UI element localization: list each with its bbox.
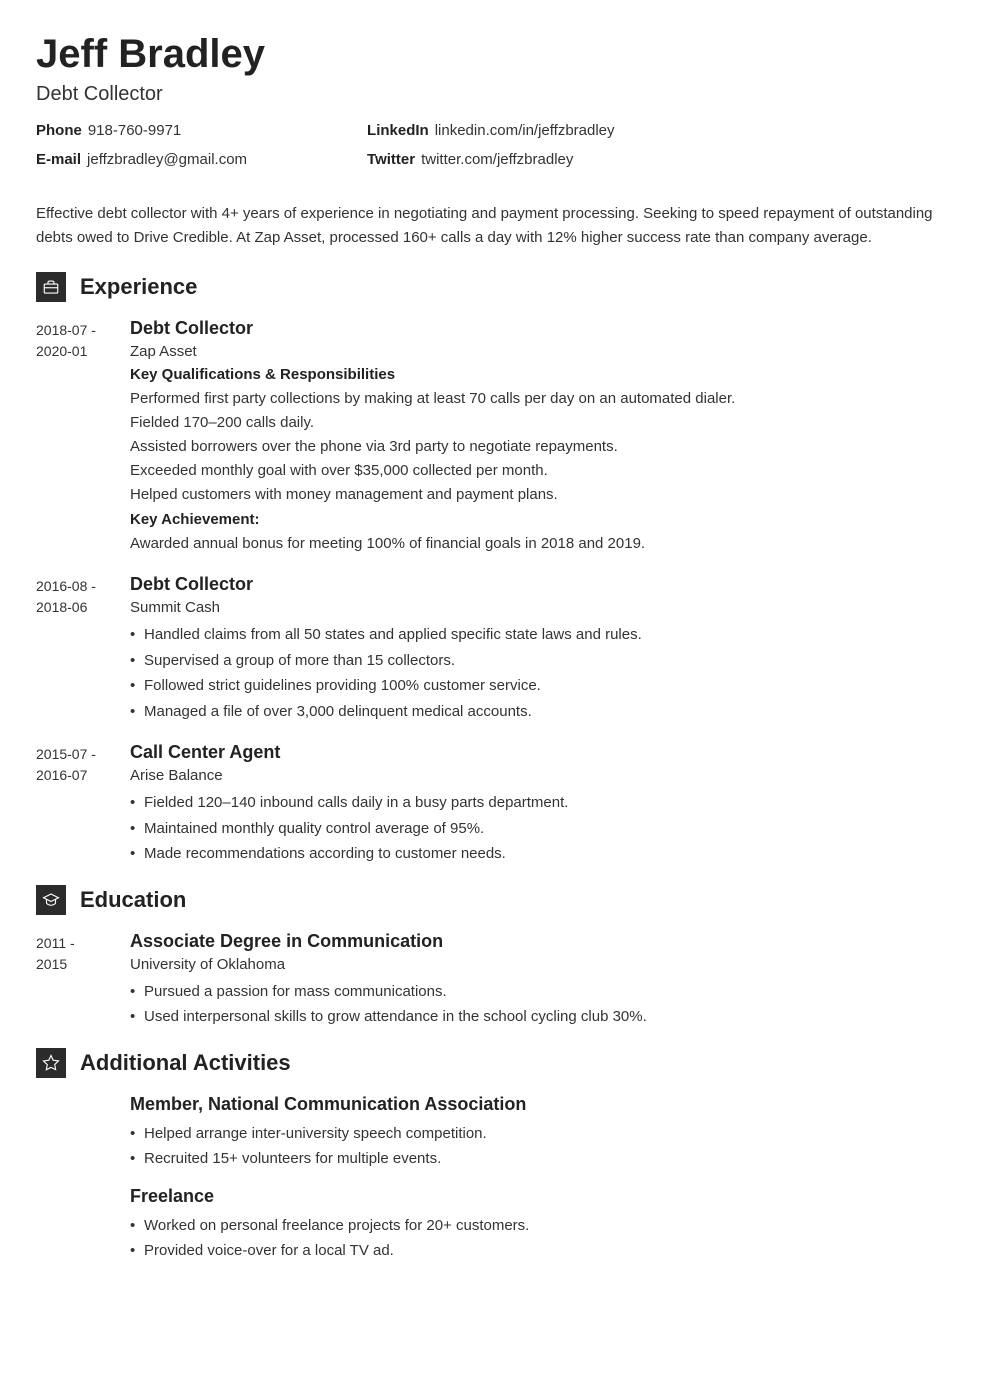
date-end: 2020-01 xyxy=(36,341,130,362)
date-end: 2018-06 xyxy=(36,597,130,618)
list-item: Made recommendations according to custom… xyxy=(130,841,954,867)
list-item: Supervised a group of more than 15 colle… xyxy=(130,648,954,674)
activity-title: Member, National Communication Associati… xyxy=(130,1094,954,1115)
list-item: Followed strict guidelines providing 100… xyxy=(130,673,954,699)
experience-title: Experience xyxy=(80,274,197,300)
education-entry: 2011 - 2015 Associate Degree in Communic… xyxy=(36,931,954,1030)
list-item: Helped arrange inter-university speech c… xyxy=(130,1121,954,1147)
responsibility-line: Assisted borrowers over the phone via 3r… xyxy=(130,435,954,459)
list-item: Maintained monthly quality control avera… xyxy=(130,816,954,842)
list-item: Pursued a passion for mass communication… xyxy=(130,979,954,1005)
twitter-value: twitter.com/jeffzbradley xyxy=(421,151,573,168)
list-item: Worked on personal freelance projects fo… xyxy=(130,1213,954,1239)
qualifications-header: Key Qualifications & Responsibilities xyxy=(130,366,954,383)
linkedin-label: LinkedIn xyxy=(367,122,429,139)
list-item: Managed a file of over 3,000 delinquent … xyxy=(130,699,954,725)
contact-block: Phone 918-760-9971 E-mail jeffzbradley@g… xyxy=(36,122,954,180)
position-title: Call Center Agent xyxy=(130,742,954,763)
person-name: Jeff Bradley xyxy=(36,32,954,77)
achievement-header: Key Achievement: xyxy=(130,511,954,528)
position-title: Debt Collector xyxy=(130,318,954,339)
date-start: 2018-07 - xyxy=(36,320,130,341)
company-name: Zap Asset xyxy=(130,343,954,360)
summary-text: Effective debt collector with 4+ years o… xyxy=(36,202,954,250)
position-title: Debt Collector xyxy=(130,574,954,595)
education-title: Education xyxy=(80,887,186,913)
responsibility-line: Helped customers with money management a… xyxy=(130,483,954,507)
job-title: Debt Collector xyxy=(36,83,954,106)
date-start: 2011 - xyxy=(36,933,130,954)
date-end: 2016-07 xyxy=(36,765,130,786)
phone-label: Phone xyxy=(36,122,82,139)
email-value: jeffzbradley@gmail.com xyxy=(87,151,247,168)
experience-entry: 2015-07 - 2016-07 Call Center Agent Aris… xyxy=(36,742,954,867)
star-icon xyxy=(36,1048,66,1078)
experience-entry: 2018-07 - 2020-01 Debt Collector Zap Ass… xyxy=(36,318,954,556)
activity-entry: Freelance Worked on personal freelance p… xyxy=(130,1186,954,1264)
list-item: Used interpersonal skills to grow attend… xyxy=(130,1004,954,1030)
list-item: Fielded 120–140 inbound calls daily in a… xyxy=(130,790,954,816)
email-label: E-mail xyxy=(36,151,81,168)
date-end: 2015 xyxy=(36,954,130,975)
company-name: Arise Balance xyxy=(130,767,954,784)
list-item: Recruited 15+ volunteers for multiple ev… xyxy=(130,1146,954,1172)
date-start: 2016-08 - xyxy=(36,576,130,597)
responsibility-line: Performed first party collections by mak… xyxy=(130,387,954,411)
activity-title: Freelance xyxy=(130,1186,954,1207)
education-section-header: Education xyxy=(36,885,954,915)
responsibility-line: Exceeded monthly goal with over $35,000 … xyxy=(130,459,954,483)
activities-section-header: Additional Activities xyxy=(36,1048,954,1078)
experience-entry: 2016-08 - 2018-06 Debt Collector Summit … xyxy=(36,574,954,724)
list-item: Provided voice-over for a local TV ad. xyxy=(130,1238,954,1264)
list-item: Handled claims from all 50 states and ap… xyxy=(130,622,954,648)
activities-title: Additional Activities xyxy=(80,1050,291,1076)
degree-title: Associate Degree in Communication xyxy=(130,931,954,952)
linkedin-value: linkedin.com/in/jeffzbradley xyxy=(435,122,615,139)
graduation-cap-icon xyxy=(36,885,66,915)
twitter-label: Twitter xyxy=(367,151,415,168)
company-name: Summit Cash xyxy=(130,599,954,616)
phone-value: 918-760-9971 xyxy=(88,122,181,139)
date-start: 2015-07 - xyxy=(36,744,130,765)
briefcase-icon xyxy=(36,272,66,302)
experience-section-header: Experience xyxy=(36,272,954,302)
activity-entry: Member, National Communication Associati… xyxy=(130,1094,954,1172)
school-name: University of Oklahoma xyxy=(130,956,954,973)
achievement-line: Awarded annual bonus for meeting 100% of… xyxy=(130,532,954,556)
responsibility-line: Fielded 170–200 calls daily. xyxy=(130,411,954,435)
